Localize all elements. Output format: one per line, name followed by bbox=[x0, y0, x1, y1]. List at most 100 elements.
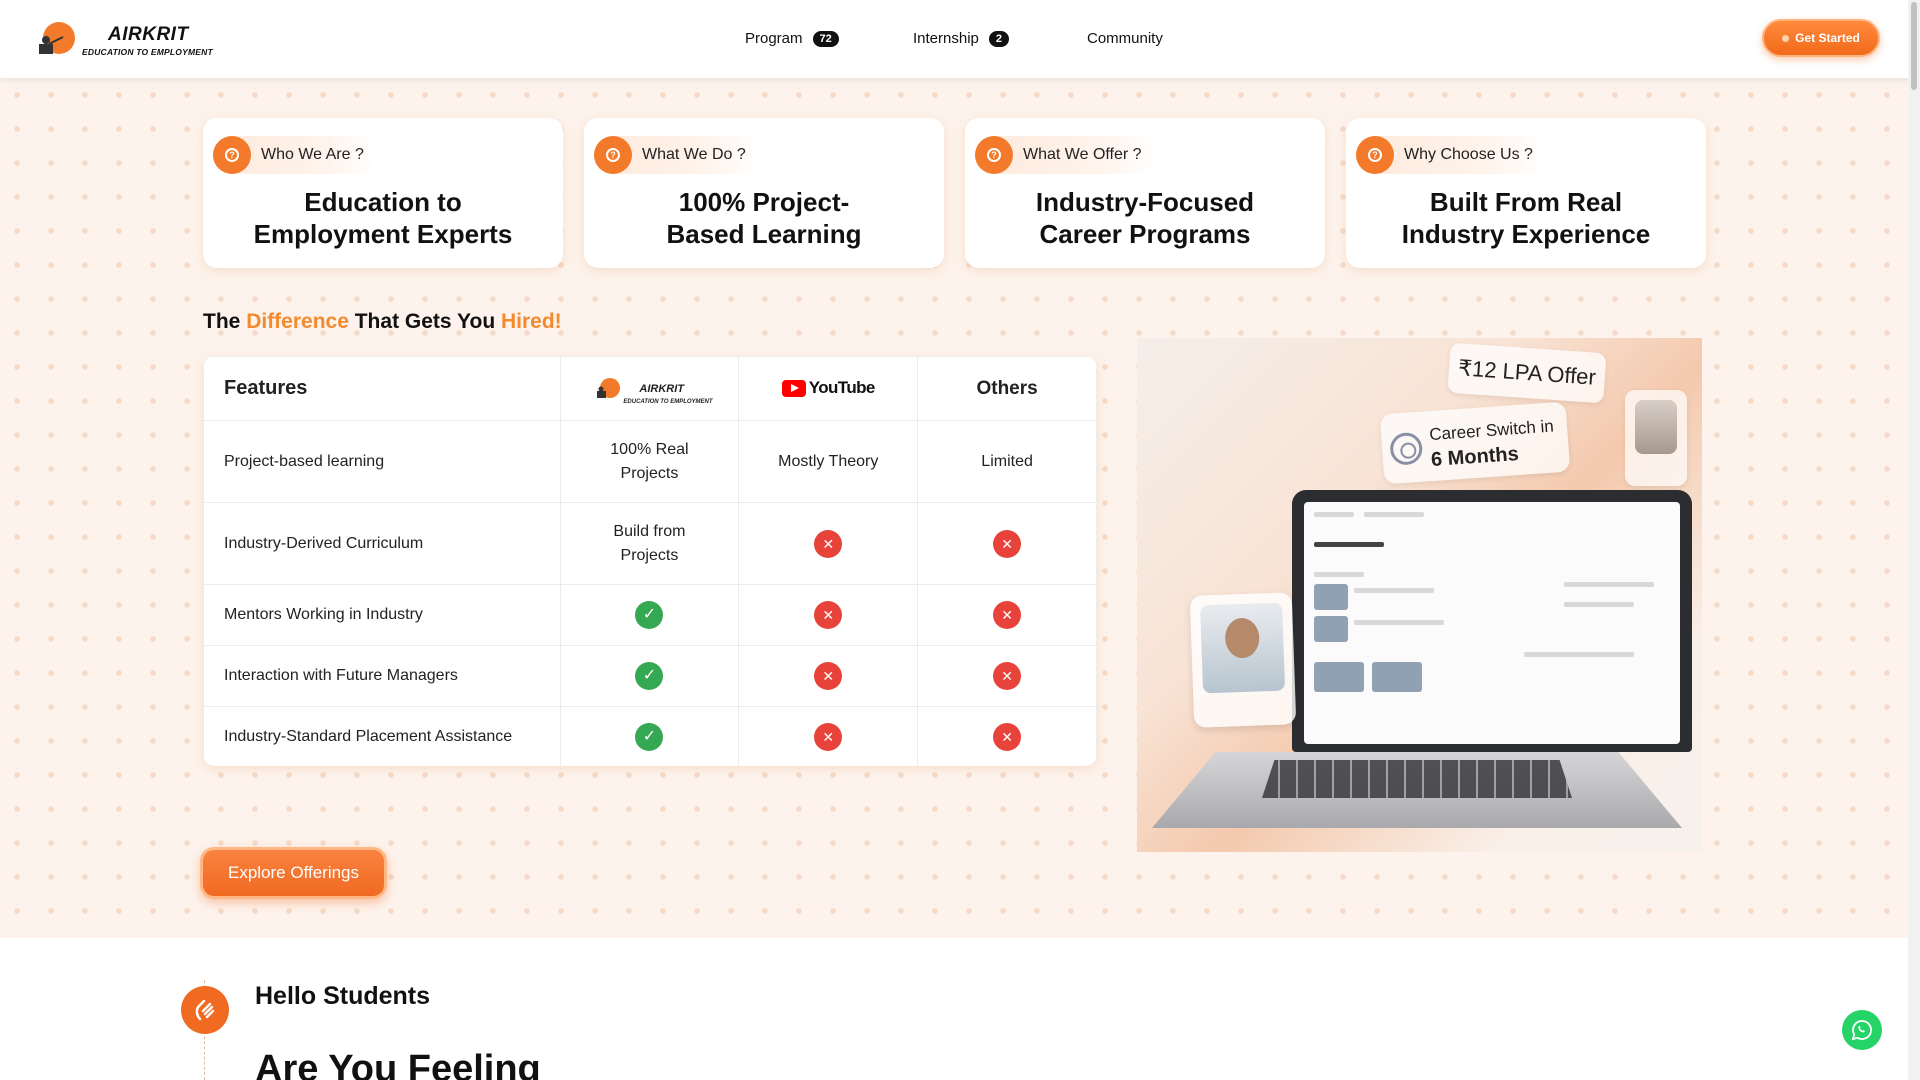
logo-tagline: EDUCATION TO EMPLOYMENT bbox=[82, 47, 213, 57]
info-card-who: ? Who We Are ? Education to Employment E… bbox=[203, 118, 563, 268]
youtube-cell: ✕ bbox=[738, 502, 919, 585]
nav-internship[interactable]: Internship 2 bbox=[913, 30, 1009, 47]
heading-text: The bbox=[203, 310, 241, 333]
nav-community-label: Community bbox=[1087, 30, 1163, 47]
feeling-headline: Are You Feeling bbox=[255, 1048, 541, 1080]
airkrit-cell: 100% Real Projects bbox=[559, 420, 740, 503]
info-card-title: 100% Project- Based Learning bbox=[584, 186, 944, 250]
features-header: Features bbox=[203, 356, 561, 421]
question-icon: ? bbox=[213, 136, 251, 174]
cross-icon: ✕ bbox=[814, 722, 843, 751]
button-dot-icon bbox=[1782, 34, 1790, 42]
nav-program-label: Program bbox=[745, 30, 803, 47]
question-label: Why Choose Us ? bbox=[1404, 146, 1533, 163]
laptop-screen bbox=[1292, 490, 1692, 752]
others-cell: ✕ bbox=[917, 706, 1097, 766]
table-row: Industry-Derived Curriculum Build from P… bbox=[203, 502, 1097, 585]
airkrit-logo[interactable]: AIRKRIT EDUCATION TO EMPLOYMENT bbox=[33, 20, 223, 60]
wave-hand-icon bbox=[181, 986, 229, 1034]
student-video-card bbox=[1189, 592, 1297, 728]
nav-community[interactable]: Community bbox=[1087, 30, 1163, 47]
title-line-1: Education to bbox=[304, 187, 462, 217]
get-started-button[interactable]: Get Started bbox=[1762, 19, 1880, 57]
heading-highlight: Hired! bbox=[501, 310, 562, 333]
table-row: Industry-Standard Placement Assistance ✓… bbox=[203, 706, 1097, 766]
table-row: Interaction with Future Managers ✓ ✕ ✕ bbox=[203, 645, 1097, 707]
question-icon: ? bbox=[1356, 136, 1394, 174]
page-scrollbar[interactable] bbox=[1908, 0, 1920, 1080]
info-card-what-do: ? What We Do ? 100% Project- Based Learn… bbox=[584, 118, 944, 268]
youtube-cell: ✕ bbox=[738, 706, 919, 766]
difference-heading: The Difference That Gets You Hired! bbox=[203, 310, 562, 334]
youtube-cell: ✕ bbox=[738, 584, 919, 646]
airkrit-cell: ✓ bbox=[559, 706, 740, 766]
cross-icon: ✕ bbox=[814, 662, 843, 690]
cross-icon: ✕ bbox=[993, 601, 1022, 629]
question-label: What We Do ? bbox=[642, 146, 746, 163]
question-label: Who We Are ? bbox=[261, 146, 364, 163]
nav-program[interactable]: Program 72 bbox=[745, 30, 839, 47]
cell-text: 100% Real Projects bbox=[610, 440, 689, 482]
info-card-title: Industry-Focused Career Programs bbox=[965, 186, 1325, 250]
info-card-title: Education to Employment Experts bbox=[203, 186, 563, 250]
others-cell: ✕ bbox=[917, 584, 1097, 646]
top-navbar: AIRKRIT EDUCATION TO EMPLOYMENT Program … bbox=[0, 0, 1920, 78]
logo-emblem-icon bbox=[597, 378, 621, 399]
career-switch-badge: Career Switch in 6 Months bbox=[1379, 401, 1571, 485]
whatsapp-icon bbox=[1851, 1020, 1872, 1041]
table-header-row: Features AIRKRIT EDUCATION TO EMPLOYMENT bbox=[203, 356, 1097, 421]
get-started-label: Get Started bbox=[1795, 31, 1860, 45]
info-card-question: ? Why Choose Us ? bbox=[1356, 136, 1545, 174]
feature-cell: Interaction with Future Managers bbox=[203, 645, 561, 707]
dashboard-preview bbox=[1304, 502, 1680, 744]
nav-internship-label: Internship bbox=[913, 30, 979, 47]
hello-title: Hello Students bbox=[255, 982, 431, 1010]
others-cell: ✕ bbox=[917, 645, 1097, 707]
info-card-question: ? What We Offer ? bbox=[975, 136, 1154, 174]
table-row: Mentors Working in Industry ✓ ✕ ✕ bbox=[203, 584, 1097, 646]
info-card-question: ? What We Do ? bbox=[594, 136, 758, 174]
youtube-cell: ✕ bbox=[738, 645, 919, 707]
cross-icon: ✕ bbox=[993, 529, 1022, 558]
lpa-offer-badge: ₹12 LPA Offer bbox=[1447, 342, 1607, 404]
scrollbar-thumb[interactable] bbox=[1911, 2, 1917, 90]
info-card-title: Built From Real Industry Experience bbox=[1346, 186, 1706, 250]
title-line-1: Built From Real bbox=[1429, 187, 1623, 217]
explore-offerings-button[interactable]: Explore Offerings bbox=[200, 847, 387, 899]
title-line-1: 100% Project- bbox=[678, 187, 850, 217]
feature-cell: Industry-Derived Curriculum bbox=[203, 502, 561, 585]
airkrit-logo-small: AIRKRIT EDUCATION TO EMPLOYMENT bbox=[593, 376, 713, 405]
cross-icon: ✕ bbox=[993, 662, 1022, 690]
logo-title: AIRKRIT bbox=[108, 24, 189, 45]
cross-icon: ✕ bbox=[993, 722, 1022, 751]
logo-tagline: EDUCATION TO EMPLOYMENT bbox=[623, 399, 713, 406]
feature-cell: Mentors Working in Industry bbox=[203, 584, 561, 646]
airkrit-cell: Build from Projects bbox=[559, 502, 740, 585]
whatsapp-button[interactable] bbox=[1842, 1010, 1882, 1050]
youtube-logo: YouTube bbox=[781, 376, 875, 400]
mentor-video-card bbox=[1625, 390, 1687, 486]
cross-icon: ✕ bbox=[814, 601, 843, 629]
hero-illustration: ₹12 LPA Offer Career Switch in 6 Months bbox=[1137, 338, 1702, 852]
student-avatar bbox=[1200, 602, 1286, 694]
mentor-avatar bbox=[1635, 400, 1677, 454]
check-icon: ✓ bbox=[635, 722, 664, 751]
others-cell: ✕ bbox=[917, 502, 1097, 585]
title-line-2: Industry Experience bbox=[1401, 219, 1651, 249]
nav-program-badge: 72 bbox=[812, 30, 839, 47]
question-label: What We Offer ? bbox=[1023, 146, 1142, 163]
cross-icon: ✕ bbox=[814, 529, 843, 558]
target-icon bbox=[1389, 431, 1424, 466]
laptop-keyboard bbox=[1262, 760, 1572, 798]
heading-text: That Gets You bbox=[354, 310, 496, 333]
badge-line-2: 6 Months bbox=[1430, 443, 1520, 472]
title-line-2: Based Learning bbox=[666, 219, 862, 249]
others-header: Others bbox=[917, 356, 1097, 421]
info-card-question: ? Who We Are ? bbox=[213, 136, 376, 174]
others-cell: Limited bbox=[917, 420, 1097, 503]
check-icon: ✓ bbox=[635, 601, 664, 629]
youtube-play-icon bbox=[781, 379, 806, 397]
logo-emblem-icon bbox=[39, 22, 75, 54]
youtube-cell: Mostly Theory bbox=[738, 420, 919, 503]
airkrit-header: AIRKRIT EDUCATION TO EMPLOYMENT bbox=[559, 356, 740, 421]
